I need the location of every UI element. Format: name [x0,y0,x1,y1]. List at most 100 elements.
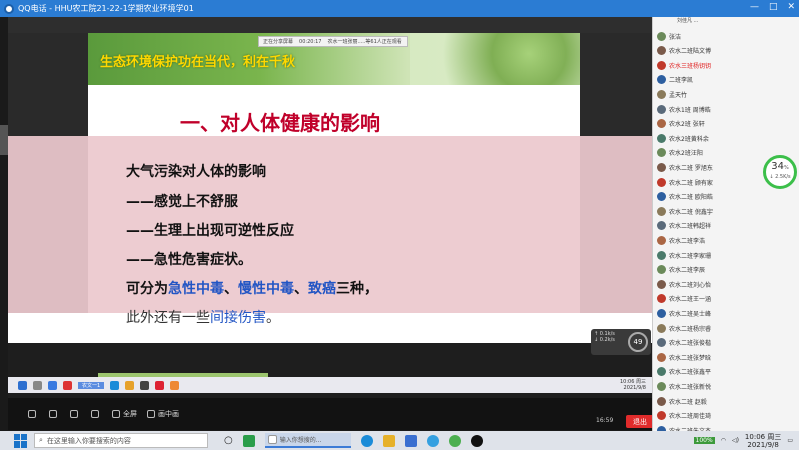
member-item[interactable]: 孟天竹 [657,87,687,101]
avatar [657,206,666,216]
browser-icon[interactable] [426,434,439,447]
line6-prefix: 此外还有一些 [126,310,210,326]
member-item[interactable]: 农水二班张梦晗 [657,350,711,364]
mic-icon [28,410,36,418]
member-item[interactable]: 农水2班 张轩 [657,117,705,131]
quit-button[interactable]: 退出 [626,415,654,428]
member-item[interactable]: 农水二班张俊楷 [657,336,711,350]
member-item[interactable]: 农水1班 周博皓 [657,102,711,116]
shared-taskbar: 农文一1 10:06 周三 2021/9/8 [8,377,652,393]
shared-app-icon-2 [63,380,72,390]
member-item[interactable]: 农水二班李辰 [657,263,705,277]
avatar [657,221,666,231]
speaker-button[interactable] [49,410,60,418]
member-item[interactable]: 农水二班韩超祥 [657,219,711,233]
line5-prefix: 可分为 [126,281,168,297]
member-name: 农水1班 周博皓 [669,106,711,114]
qq-icon[interactable] [470,434,483,447]
left-edge-handle[interactable] [0,125,8,155]
member-item[interactable]: 农水二班王一涵 [657,292,711,306]
close-button[interactable]: ✕ [787,2,795,12]
member-item[interactable]: 农水二班周佳琦 [657,409,711,423]
shared-store-icon [140,380,150,390]
avatar [657,104,666,114]
member-name: 农水三班杨钥钥 [669,62,712,70]
avatar [657,89,666,99]
folder-icon[interactable] [382,434,395,447]
task-view-icon[interactable]: ○ [224,435,233,446]
member-item[interactable]: 农水二班张鑫平 [657,365,711,379]
member-name: 农水二班张俊楷 [669,340,712,348]
chrome-icon[interactable] [448,434,461,447]
member-item[interactable]: 农水二班李浩 [657,233,705,247]
start-button[interactable] [14,433,28,448]
shared-edge-icon [110,380,120,390]
member-name: 农水二班张鑫平 [669,369,712,377]
avatar [657,60,666,70]
member-item[interactable]: 张洁 [657,29,681,43]
fullscreen-button[interactable]: 全屏 [112,409,137,419]
slide-line-5: 可分为急性中毒、慢性中毒、致癌三种， [126,278,378,298]
member-item[interactable]: 农水2班黄科余 [657,131,709,145]
avatar [657,411,666,421]
mic-button[interactable] [28,410,39,418]
taskbar-active-app[interactable]: 输入你想搜的... [264,433,351,448]
member-item[interactable]: 农水二班张新悦 [657,379,711,393]
member-item[interactable]: 农水二班陆文博 [657,44,711,58]
taskbar-clock[interactable]: 10:06 周三 2021/9/8 [745,433,781,449]
member-item[interactable]: 农水二班 赵毅 [657,394,707,408]
system-tray: 100% ◠ ◁) 10:06 周三 2021/9/8 ▭ [693,431,793,450]
member-item[interactable]: 农水三班杨钥钥 [657,58,711,72]
slide-line-6: 此外还有一些间接伤害。 [126,307,280,327]
maximize-button[interactable]: □ [769,2,778,12]
member-name: 农水二班韩超祥 [669,223,712,231]
member-item[interactable]: 农水二班 欧阳皓 [657,190,713,204]
avatar [657,31,666,41]
member-item[interactable]: 农水二班杨宗睿 [657,321,711,335]
taskbar-search-input[interactable]: ⌕ 在这里输入你要搜索的内容 [34,433,208,448]
edge-icon[interactable] [360,434,373,447]
member-name: 二班李凯 [669,77,694,85]
pip-button[interactable]: 画中画 [147,409,179,419]
member-name: 孟天竹 [669,91,688,99]
avatar [657,352,666,362]
window-titlebar: QQ电话 - HHU农工院21-22-1学期农业环境学01 [0,0,799,17]
pip-icon [147,410,155,418]
member-item[interactable]: 农水二班李家珊 [657,248,711,262]
notification-icon[interactable]: ▭ [787,437,793,444]
call-toolbar: 全屏 画中画 [8,398,652,430]
member-name: 农水二班 顾有家 [669,179,713,187]
member-item[interactable]: 二班李凯 [657,73,693,87]
member-item[interactable]: 农水二班 罗旭东 [657,160,713,174]
share-button[interactable] [91,410,102,418]
avatar [657,396,666,406]
minimize-button[interactable]: — [750,2,759,12]
wifi-icon[interactable]: ◠ [721,437,726,444]
shared-search-icon [33,380,42,390]
member-item[interactable]: 农水二班吴士峰 [657,306,711,320]
avatar [657,162,666,172]
member-item[interactable]: 农水2班汪阳 [657,146,703,160]
avatar [657,279,666,289]
member-item[interactable]: 农水二班 倪鑫宇 [657,204,713,218]
search-placeholder: 在这里输入你要搜索的内容 [46,436,131,445]
member-sidebar: 刘佳凡 ... 张洁 农水二班陆文博 农水三班杨钥钥 二班李凯 孟天竹 农水1班 周博皓农… [652,17,799,435]
speaker-icon [49,410,57,418]
avatar [657,294,666,304]
windows-taskbar: ⌕ 在这里输入你要搜索的内容 ○ 输入你想搜的... [0,431,799,450]
share-status: 正在分享屏幕 [263,39,294,45]
line6-suffix: 。 [266,310,280,326]
mail-icon[interactable] [404,434,417,447]
member-item[interactable]: 农水二班刘心怡 [657,277,711,291]
volume-icon[interactable]: ◁) [732,437,739,444]
member-name: 农水二班刘心怡 [669,281,712,289]
camera-button[interactable] [70,410,81,418]
avatar [657,177,666,187]
app-green-icon[interactable] [242,434,255,447]
slide-line-1: 大气污染对人体的影响 [126,164,266,180]
speed-unit: % [783,165,789,171]
clock-time: 10:06 周三 [744,432,782,441]
member-item[interactable]: 农水二班 顾有家 [657,175,713,189]
member-name: 农水二班李浩 [669,237,706,245]
avatar [657,265,666,275]
